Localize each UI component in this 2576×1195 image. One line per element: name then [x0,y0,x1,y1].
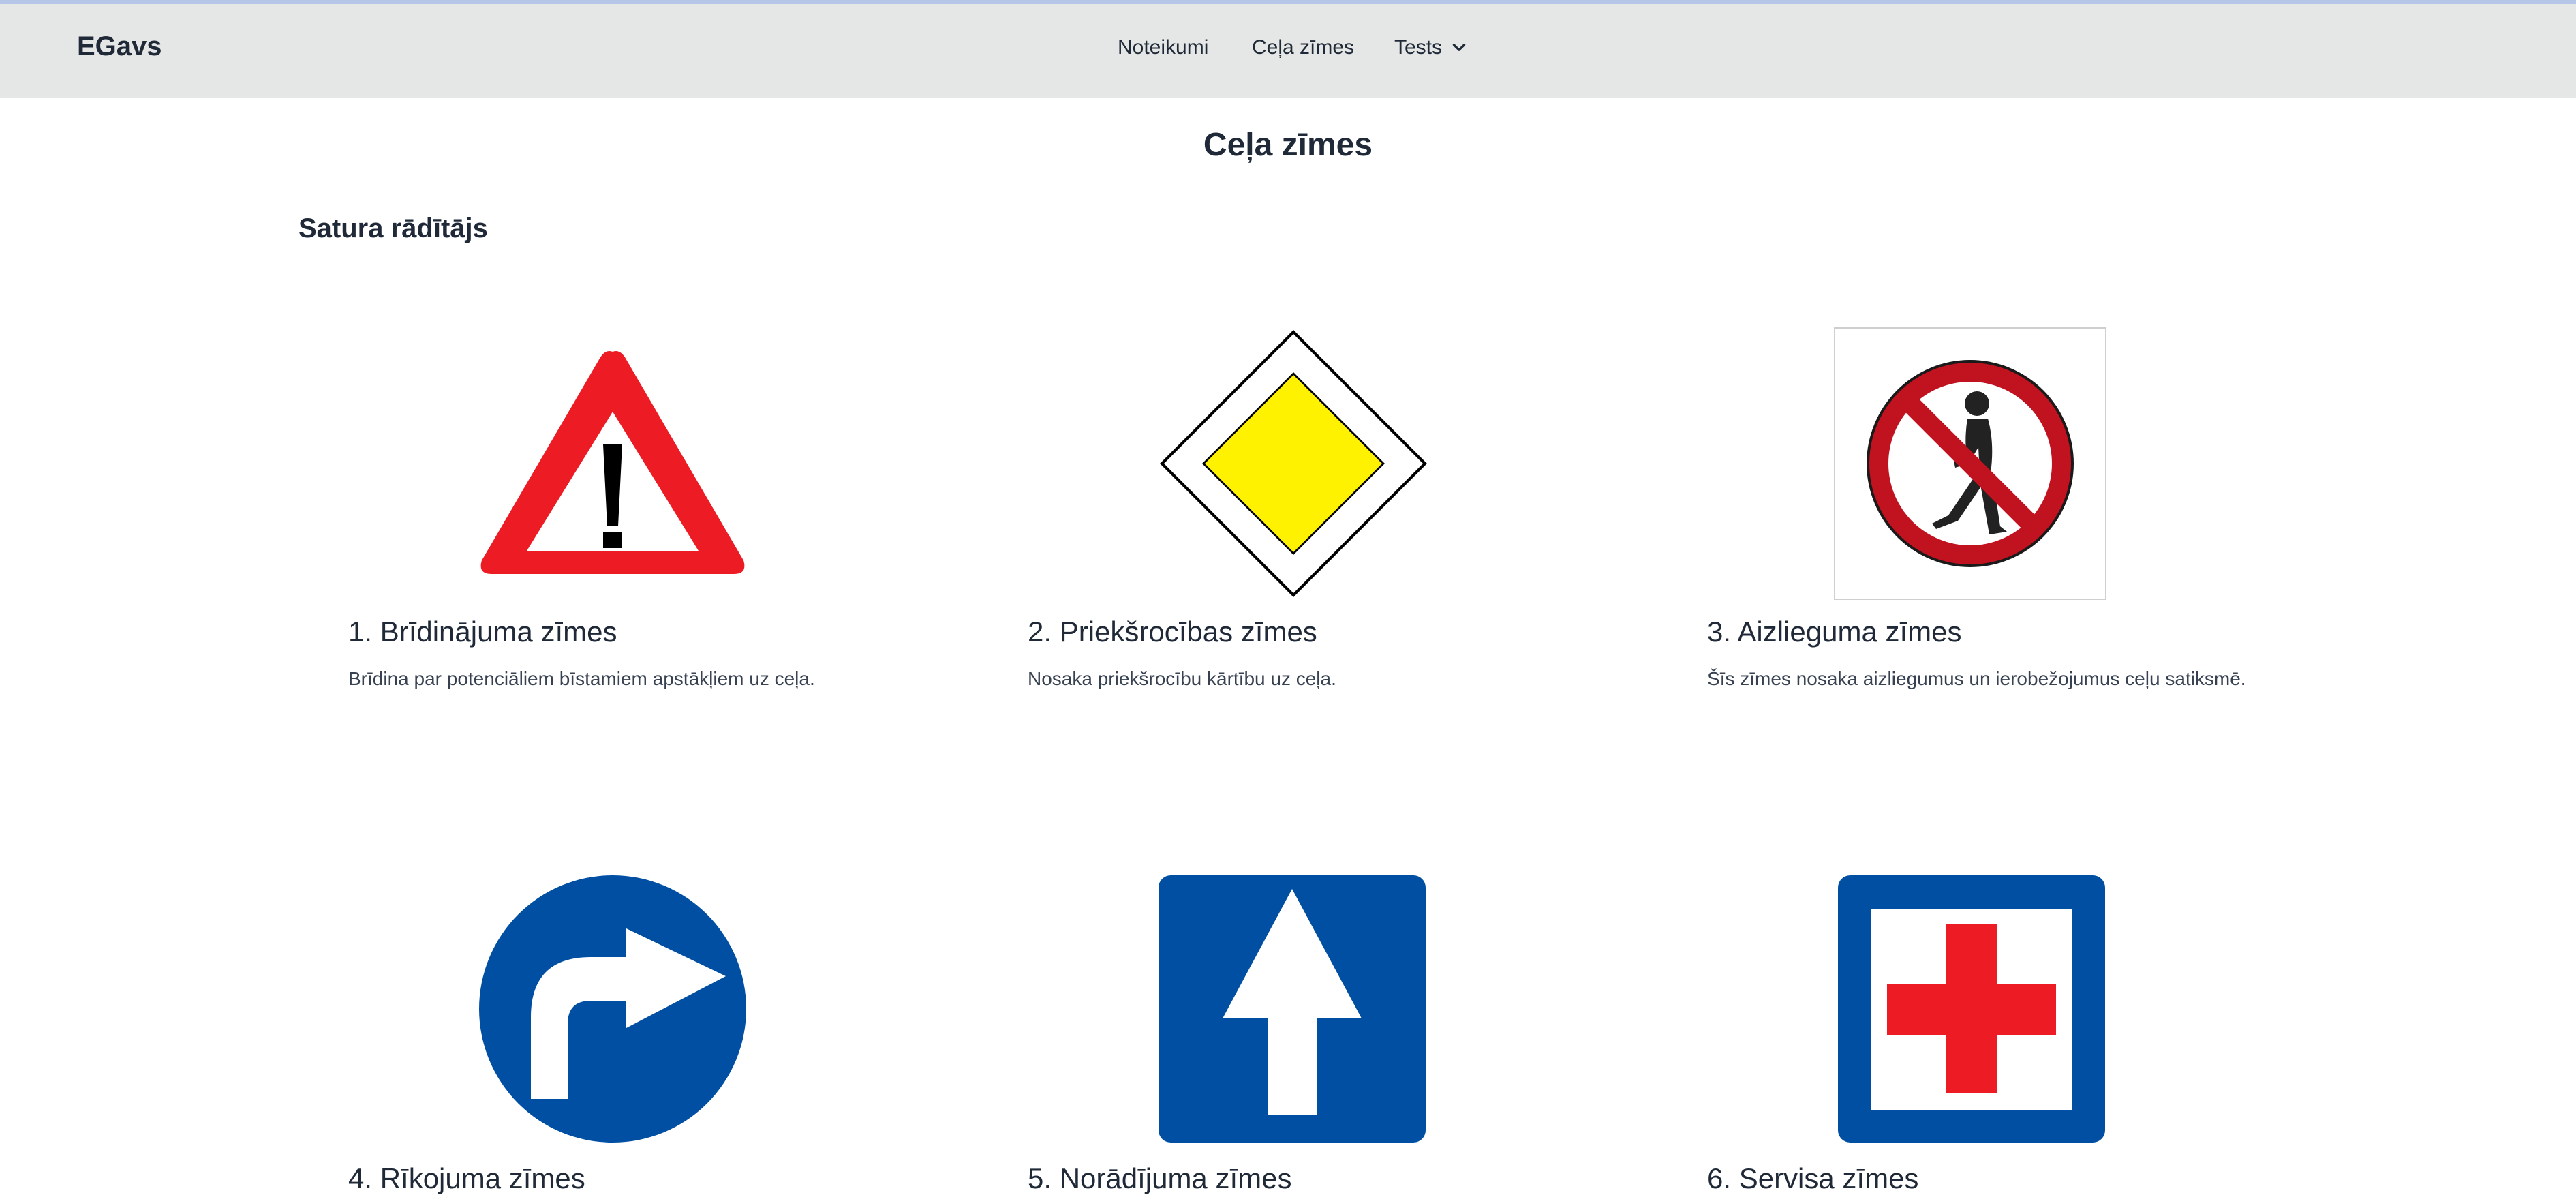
service-sign-icon [1838,875,2105,1143]
mandatory-sign-icon [479,875,746,1143]
category-title: 5. Norādījuma zīmes [1028,1162,1292,1194]
category-image [1028,874,1586,1147]
category-title: 3. Aizlieguma zīmes [1707,616,1962,648]
category-description: Brīdina par potenciāliem bīstamiem apstā… [348,668,815,689]
category-image [1707,327,2266,600]
priority-sign-icon [1160,330,1427,597]
category-description: Šīs zīmes nosaka aizliegumus un ierobežo… [1707,668,2246,689]
category-image [348,874,907,1147]
page-title: Ceļa zīmes [1203,127,1373,163]
information-sign-icon [1159,875,1426,1143]
category-image [348,327,907,600]
nav-link-signs[interactable]: Ceļa zīmes [1252,36,1354,59]
brand-logo[interactable]: EGavs [77,31,162,62]
prohibition-sign-icon [1834,327,2106,600]
category-description: Nosaka priekšrocību kārtību uz ceļa. [1028,668,1336,689]
category-title: 4. Rīkojuma zīmes [348,1162,585,1194]
category-title: 2. Priekšrocības zīmes [1028,616,1317,648]
warning-sign-icon [480,351,745,574]
category-title: 1. Brīdinājuma zīmes [348,616,617,648]
category-image [1028,327,1586,600]
category-title: 6. Servisa zīmes [1707,1162,1919,1194]
nav-tests-label: Tests [1394,36,1443,59]
nav-dropdown-tests[interactable]: Tests [1394,36,1468,59]
nav-link-rules[interactable]: Noteikumi [1118,36,1208,59]
navbar: EGavs Noteikumi Ceļa zīmes Tests [0,4,2576,98]
category-image [1707,874,2266,1147]
chevron-down-icon [1452,44,1466,51]
toc-title: Satura rādītājs [298,213,488,243]
